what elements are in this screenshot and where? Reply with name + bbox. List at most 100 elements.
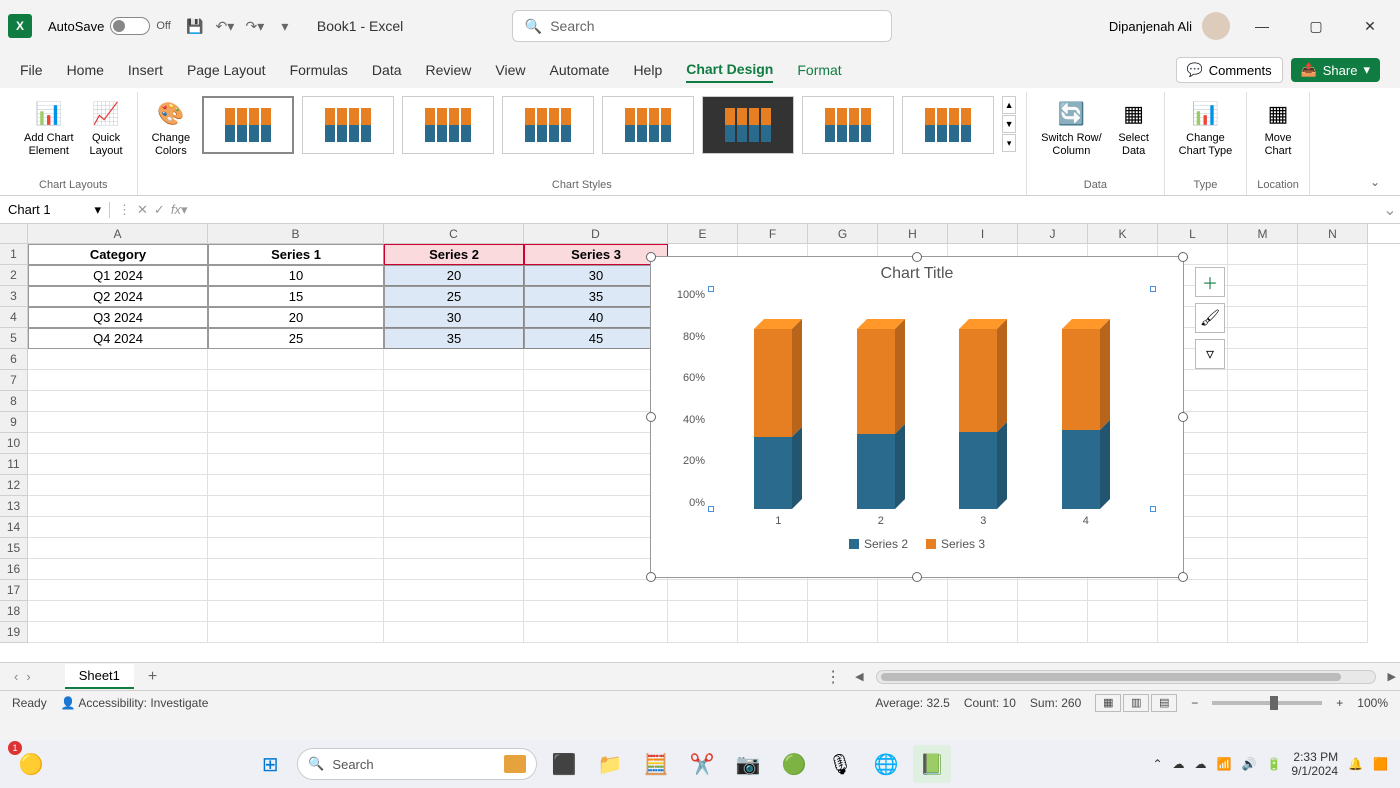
legend-item[interactable]: Series 3 (926, 537, 985, 551)
chart-resize-handle[interactable] (912, 252, 922, 262)
quick-layout-button[interactable]: 📈 Quick Layout (86, 96, 127, 160)
cell-D4[interactable]: 40 (524, 307, 668, 328)
row-header-8[interactable]: 8 (0, 391, 28, 412)
cell-C1[interactable]: Series 2 (384, 244, 524, 265)
cell-D7[interactable] (524, 370, 668, 391)
cell-B19[interactable] (208, 622, 384, 643)
cell-G18[interactable] (808, 601, 878, 622)
col-header-B[interactable]: B (208, 224, 384, 243)
sheet-tab-sheet1[interactable]: Sheet1 (65, 664, 134, 689)
cell-M19[interactable] (1228, 622, 1298, 643)
cell-C8[interactable] (384, 391, 524, 412)
cell-G19[interactable] (808, 622, 878, 643)
cell-M7[interactable] (1228, 370, 1298, 391)
cell-A19[interactable] (28, 622, 208, 643)
cell-L18[interactable] (1158, 601, 1228, 622)
row-header-3[interactable]: 3 (0, 286, 28, 307)
cell-D19[interactable] (524, 622, 668, 643)
add-chart-element-button[interactable]: 📊 Add Chart Element (20, 96, 78, 160)
comments-button[interactable]: 💬 Comments (1176, 57, 1283, 83)
cell-G17[interactable] (808, 580, 878, 601)
tray-battery-icon[interactable]: 🔋 (1266, 757, 1281, 771)
horizontal-scrollbar[interactable] (876, 670, 1376, 684)
cell-B10[interactable] (208, 433, 384, 454)
cell-C9[interactable] (384, 412, 524, 433)
enter-formula-icon[interactable]: ✓ (154, 202, 165, 218)
cell-N11[interactable] (1298, 454, 1368, 475)
file-explorer-icon[interactable]: 📁 (591, 745, 629, 783)
cell-N4[interactable] (1298, 307, 1368, 328)
cell-A17[interactable] (28, 580, 208, 601)
col-header-G[interactable]: G (808, 224, 878, 243)
row-header-14[interactable]: 14 (0, 517, 28, 538)
start-button[interactable]: ⊞ (251, 745, 289, 783)
legend-item[interactable]: Series 2 (849, 537, 908, 551)
select-all-corner[interactable] (0, 224, 28, 243)
chart-style-2[interactable] (302, 96, 394, 154)
change-colors-button[interactable]: 🎨 Change Colors (148, 96, 195, 160)
cell-A11[interactable] (28, 454, 208, 475)
cell-H19[interactable] (878, 622, 948, 643)
tray-onedrive-icon[interactable]: ☁ (1173, 757, 1185, 771)
col-header-A[interactable]: A (28, 224, 208, 243)
cell-B11[interactable] (208, 454, 384, 475)
chart-resize-handle[interactable] (912, 572, 922, 582)
cell-M8[interactable] (1228, 391, 1298, 412)
cell-D3[interactable]: 35 (524, 286, 668, 307)
cell-D12[interactable] (524, 475, 668, 496)
cell-N14[interactable] (1298, 517, 1368, 538)
hscroll-right[interactable]: ▶ (1384, 670, 1400, 683)
row-header-13[interactable]: 13 (0, 496, 28, 517)
col-header-K[interactable]: K (1088, 224, 1158, 243)
chart-styles-button[interactable]: 🖌 (1195, 303, 1225, 333)
qat-customize[interactable]: ▾ (273, 14, 297, 38)
cell-D17[interactable] (524, 580, 668, 601)
fx-icon[interactable]: fx▾ (171, 202, 188, 218)
cell-I17[interactable] (948, 580, 1018, 601)
tray-notifications-icon[interactable]: 🔔 (1348, 757, 1363, 771)
cell-A13[interactable] (28, 496, 208, 517)
zoom-in-button[interactable]: + (1336, 696, 1343, 710)
cell-N15[interactable] (1298, 538, 1368, 559)
cell-N3[interactable] (1298, 286, 1368, 307)
cell-D15[interactable] (524, 538, 668, 559)
tab-home[interactable]: Home (67, 58, 104, 82)
sheet-nav-next[interactable]: › (26, 669, 30, 684)
cell-M13[interactable] (1228, 496, 1298, 517)
cell-K19[interactable] (1088, 622, 1158, 643)
cell-N5[interactable] (1298, 328, 1368, 349)
tab-page-layout[interactable]: Page Layout (187, 58, 266, 82)
row-header-17[interactable]: 17 (0, 580, 28, 601)
minimize-button[interactable]: — (1240, 10, 1284, 42)
tab-formulas[interactable]: Formulas (290, 58, 348, 82)
col-header-H[interactable]: H (878, 224, 948, 243)
row-header-15[interactable]: 15 (0, 538, 28, 559)
cell-B3[interactable]: 15 (208, 286, 384, 307)
cell-K17[interactable] (1088, 580, 1158, 601)
cell-C18[interactable] (384, 601, 524, 622)
cell-F19[interactable] (738, 622, 808, 643)
chart-bar-4[interactable] (1062, 329, 1110, 509)
row-header-18[interactable]: 18 (0, 601, 28, 622)
row-header-19[interactable]: 19 (0, 622, 28, 643)
cell-B9[interactable] (208, 412, 384, 433)
cell-D10[interactable] (524, 433, 668, 454)
chart-elements-button[interactable]: ＋ (1195, 267, 1225, 297)
cell-B16[interactable] (208, 559, 384, 580)
view-page-layout-button[interactable]: ▥ (1123, 694, 1149, 712)
cell-N13[interactable] (1298, 496, 1368, 517)
tray-cloud-icon[interactable]: ☁ (1195, 757, 1207, 771)
maximize-button[interactable]: ▢ (1294, 10, 1338, 42)
move-chart-button[interactable]: ▦ Move Chart (1258, 96, 1298, 160)
cell-A16[interactable] (28, 559, 208, 580)
cell-H18[interactable] (878, 601, 948, 622)
chart-style-8[interactable] (902, 96, 994, 154)
taskbar-clock[interactable]: 2:33 PM 9/1/2024 (1291, 750, 1338, 779)
tab-chart-design[interactable]: Chart Design (686, 57, 773, 83)
plot-resize-handle[interactable] (1150, 506, 1156, 512)
chart-resize-handle[interactable] (1178, 252, 1188, 262)
cell-M6[interactable] (1228, 349, 1298, 370)
toggle-icon[interactable] (110, 17, 150, 35)
menu-icon[interactable]: ⋮ (118, 202, 131, 218)
share-button[interactable]: 📤 Share ▾ (1291, 58, 1380, 82)
